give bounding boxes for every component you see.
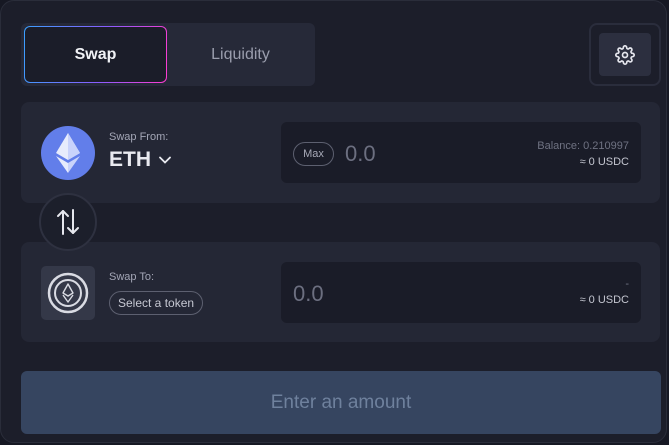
to-balance: -	[625, 278, 629, 290]
token-placeholder-icon	[41, 266, 95, 320]
tab-liquidity[interactable]: Liquidity	[169, 26, 312, 83]
from-token-selector[interactable]: ETH	[109, 148, 171, 172]
switch-direction-button[interactable]	[39, 193, 97, 251]
swap-from-panel: Swap From: ETH Max Balance: 0.210997 ≈ 0…	[21, 102, 660, 203]
select-token-button[interactable]: Select a token	[109, 291, 204, 315]
gear-icon	[615, 44, 635, 65]
from-amount-box: Max Balance: 0.210997 ≈ 0 USDC	[281, 122, 641, 183]
from-balance: Balance: 0.210997	[537, 140, 629, 152]
tab-bar: Swap Liquidity	[21, 23, 315, 86]
swap-from-label: Swap From:	[109, 131, 169, 143]
to-amount-box: - ≈ 0 USDC	[281, 262, 641, 323]
to-usd-value: ≈ 0 USDC	[579, 294, 629, 306]
swap-to-label: Swap To:	[109, 271, 155, 283]
from-token-symbol: ETH	[109, 148, 151, 171]
to-amount-input[interactable]	[293, 280, 443, 308]
swap-to-panel: Swap To: Select a token - ≈ 0 USDC	[21, 242, 660, 342]
from-amount-input[interactable]	[345, 140, 495, 168]
swap-arrows-icon	[57, 209, 79, 235]
tab-swap[interactable]: Swap	[24, 26, 167, 83]
max-button[interactable]: Max	[293, 142, 334, 166]
enter-amount-button[interactable]: Enter an amount	[21, 371, 661, 434]
settings-container	[589, 23, 661, 86]
ethereum-icon	[41, 126, 95, 180]
swap-card: Swap Liquidity Swap From: ETH Max 0.0 Ba…	[0, 0, 667, 443]
settings-button[interactable]	[599, 33, 651, 76]
chevron-down-icon	[159, 156, 171, 164]
from-usd-value: ≈ 0 USDC	[579, 156, 629, 168]
